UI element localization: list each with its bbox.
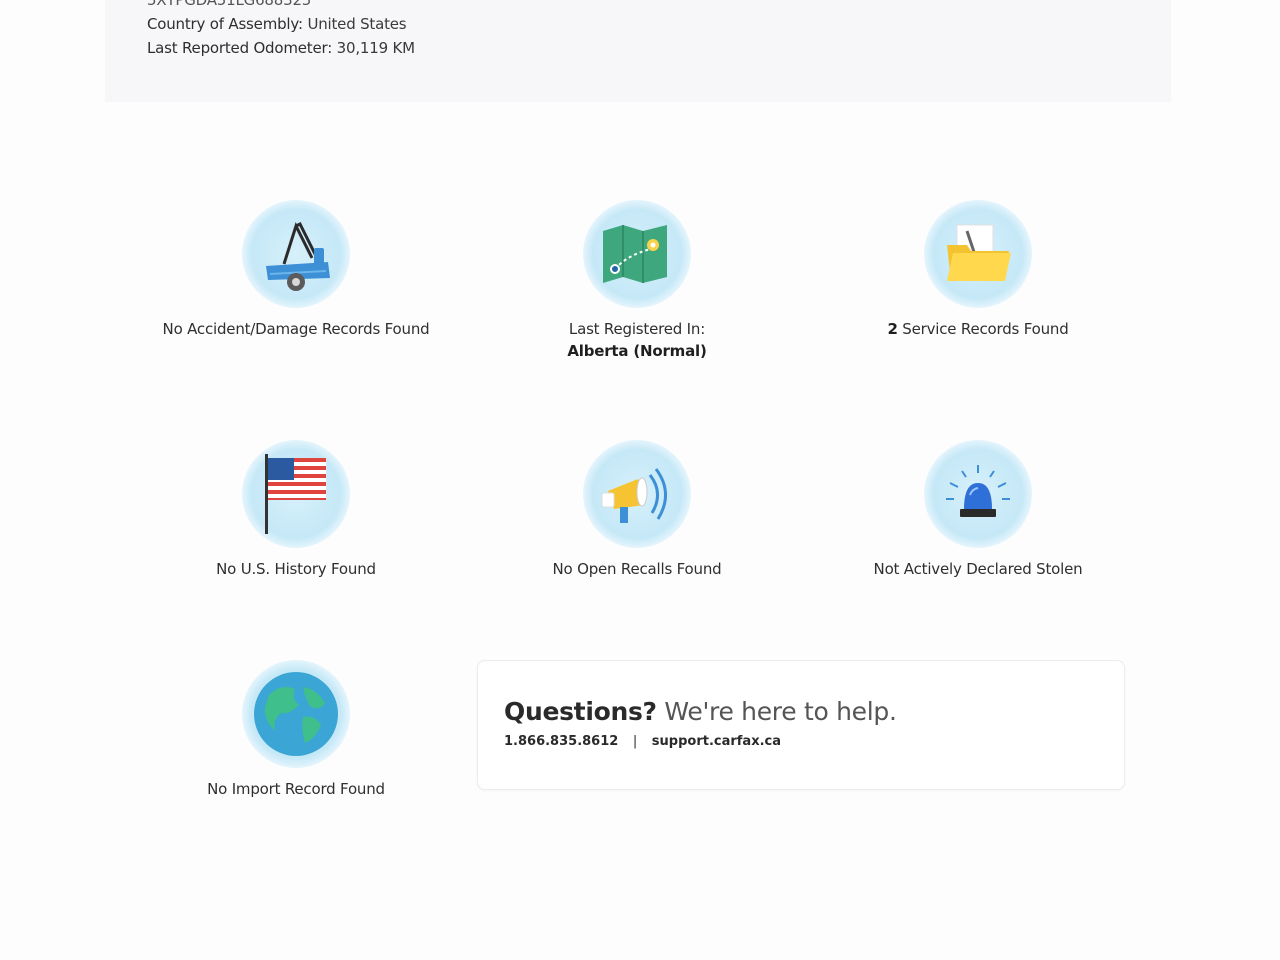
stolen-feature: Not Actively Declared Stolen [808,440,1148,580]
us-history-label: No U.S. History Found [216,560,376,578]
support-link[interactable]: support.carfax.ca [652,734,781,749]
vin-number: 5XYPGDA51LG688325 [147,0,312,9]
help-card: Questions? We're here to help. 1.866.835… [477,660,1125,790]
map-icon [583,200,691,308]
us-flag-icon [242,440,350,548]
recalls-label: No Open Recalls Found [552,560,722,578]
help-headline: Questions? We're here to help. [504,697,1124,726]
service-records-feature: 2 Service Records Found [808,200,1148,340]
service-text: Service Records Found [902,320,1069,338]
service-label: 2 Service Records Found [808,318,1148,340]
folder-icon [924,200,1032,308]
help-contact: 1.866.835.8612 | support.carfax.ca [504,734,1124,749]
odometer-value: 30,119 KM [336,39,415,57]
accident-label: No Accident/Damage Records Found [162,320,430,338]
tow-truck-icon [242,200,350,308]
stolen-label: Not Actively Declared Stolen [873,560,1083,578]
registered-in-text: Last Registered In: [568,320,706,338]
contact-separator: | [632,734,638,749]
registered-province: Alberta (Normal) [567,342,707,360]
odometer-label: Last Reported Odometer: [147,39,333,57]
globe-icon [242,660,350,768]
vehicle-info-panel: 5XYPGDA51LG688325 Country of Assembly: U… [105,0,1171,102]
import-label: No Import Record Found [207,780,385,798]
country-of-assembly: Country of Assembly: United States [147,12,1171,36]
import-feature: No Import Record Found [126,660,466,800]
us-history-feature: No U.S. History Found [126,440,466,580]
questions-text: Questions? [504,697,657,726]
accident-damage-feature: No Accident/Damage Records Found [126,200,466,340]
registration-feature: Last Registered In: Alberta (Normal) [467,200,807,362]
help-subtext: We're here to help. [664,697,897,726]
country-label: Country of Assembly: [147,15,303,33]
siren-icon [924,440,1032,548]
last-reported-odometer: Last Reported Odometer: 30,119 KM [147,36,1171,60]
recalls-feature: No Open Recalls Found [467,440,807,580]
megaphone-icon [583,440,691,548]
phone-link[interactable]: 1.866.835.8612 [504,734,618,749]
country-value: United States [307,15,407,33]
service-count: 2 [887,320,898,338]
registration-label: Last Registered In: Alberta (Normal) [467,318,807,362]
